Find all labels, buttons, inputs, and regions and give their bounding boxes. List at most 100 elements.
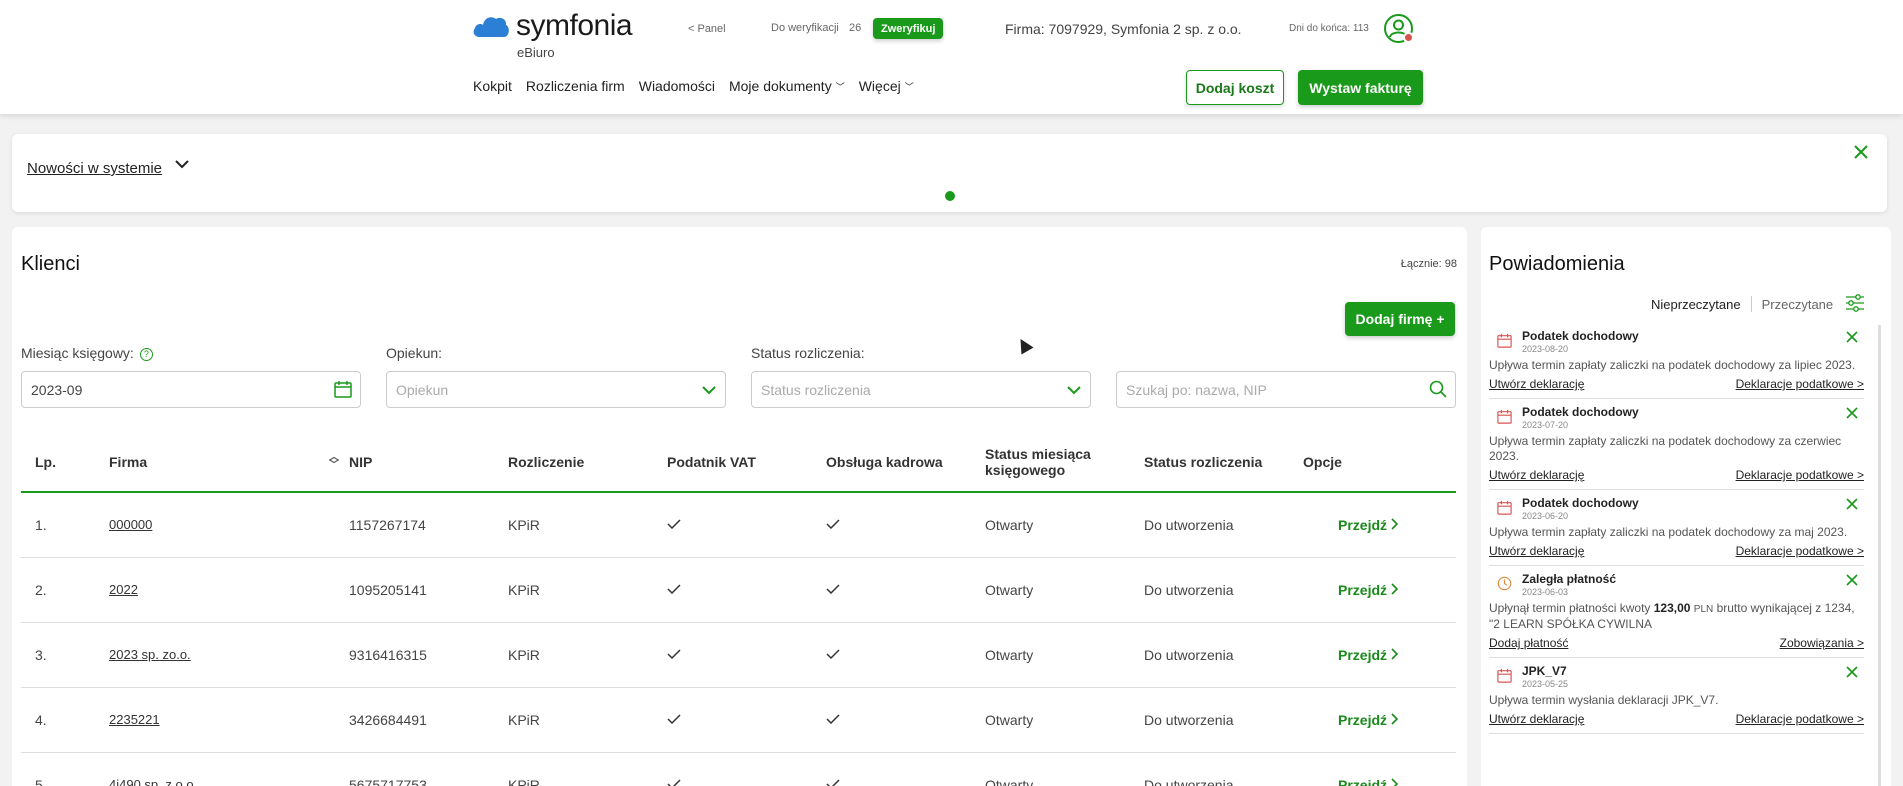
close-icon[interactable] — [1846, 407, 1858, 419]
close-icon[interactable] — [1846, 666, 1858, 678]
tab-read[interactable]: Przeczytane — [1762, 297, 1834, 312]
close-icon[interactable] — [1846, 331, 1858, 343]
status-select[interactable]: Status rozliczenia — [751, 371, 1091, 408]
add-cost-button[interactable]: Dodaj koszt — [1186, 70, 1284, 105]
days-left: Dni do końca: 113 — [1289, 23, 1369, 34]
row-firma-link[interactable]: 2022 — [109, 557, 349, 623]
guardian-placeholder: Opiekun — [396, 381, 449, 398]
notification-action-link[interactable]: Utwórz deklarację — [1489, 712, 1584, 726]
verify-count: 26 — [849, 22, 862, 34]
nav-wiecej[interactable]: Więcej ﹀ — [859, 78, 914, 94]
row-firma-link[interactable]: 2023 sp. zo.o. — [109, 622, 349, 688]
chevron-right-icon — [1391, 777, 1399, 786]
row-go-button[interactable]: Przejdź — [1303, 622, 1456, 688]
notification-links: Utwórz deklarację Deklaracje podatkowe > — [1489, 468, 1864, 482]
row-go-button[interactable]: Przejdź — [1303, 687, 1456, 753]
go-label: Przejdź — [1338, 776, 1388, 786]
help-icon[interactable]: ? — [139, 347, 153, 361]
check-icon — [667, 752, 826, 786]
row-go-button[interactable]: Przejdź — [1303, 557, 1456, 623]
notifications-tabs: Nieprzeczytane Przeczytane — [1651, 296, 1833, 312]
notification-links: Dodaj płatność Zobowiązania > — [1489, 636, 1864, 650]
check-icon — [826, 752, 985, 786]
notification-nav-link[interactable]: Deklaracje podatkowe > — [1736, 468, 1864, 482]
add-firm-button[interactable]: Dodaj firmę + — [1345, 302, 1455, 336]
month-value: 2023-09 — [31, 381, 83, 398]
table-row: 4. 2235221 3426684491 KPiR Otwarty Do utworze… — [21, 687, 1456, 753]
row-firma-link[interactable]: 2235221 — [109, 687, 349, 753]
row-month-status: Otwarty — [985, 492, 1144, 558]
carousel-dot[interactable] — [945, 191, 955, 201]
row-go-button[interactable]: Przejdź — [1303, 492, 1456, 558]
nav-moje-dokumenty[interactable]: Moje dokumenty ﹀ — [729, 78, 845, 94]
col-month-status: Status miesiąca księgowego — [985, 432, 1144, 493]
nav-label: Kokpit — [473, 78, 512, 94]
panel-link[interactable]: < Panel — [688, 23, 726, 35]
filter-settings-icon[interactable] — [1845, 294, 1865, 312]
firm-info[interactable]: Firma: 7097929, Symfonia 2 sp. z o.o. — [1005, 21, 1242, 37]
notification-nav-link[interactable]: Zobowiązania > — [1780, 636, 1864, 650]
close-icon[interactable] — [1846, 574, 1858, 586]
row-nip: 1157267174 — [349, 492, 508, 558]
notification-item[interactable]: JPK_V7 2023-05-25 Upływa termin wysłania d… — [1489, 658, 1864, 734]
nav-kokpit[interactable]: Kokpit — [473, 78, 512, 94]
notification-date: 2023-06-03 — [1522, 587, 1569, 597]
notification-item[interactable]: Podatek dochodowy 2023-08-20 Upływa termin… — [1489, 323, 1864, 399]
notification-nav-link[interactable]: Deklaracje podatkowe > — [1736, 377, 1864, 391]
clients-table: Lp. Firma ︿ ﹀ NIP Rozliczenie Podatnik VAT… — [21, 432, 1456, 786]
notifications-panel: Powiadomienia Nieprzeczytane Przeczytane… — [1481, 227, 1891, 786]
sort-icon[interactable]: ︿ ﹀ — [329, 452, 339, 470]
month-label: Miesiąc księgowy:? — [21, 345, 153, 361]
calendar-icon[interactable] — [334, 380, 352, 398]
row-lp: 5. — [21, 752, 109, 786]
notification-item[interactable]: Zaległa płatność 2023-06-03 Upłynął termin… — [1489, 566, 1864, 658]
chevron-down-icon[interactable] — [174, 158, 190, 170]
notification-title: Zaległa płatność — [1522, 572, 1617, 586]
notification-item[interactable]: Podatek dochodowy 2023-07-20 Upływa termin… — [1489, 399, 1864, 490]
check-icon — [667, 687, 826, 753]
search-placeholder: Szukaj po: nazwa, NIP — [1126, 381, 1267, 398]
month-picker[interactable]: 2023-09 — [21, 371, 361, 408]
notification-action-link[interactable]: Utwórz deklarację — [1489, 468, 1584, 482]
nav-label: Moje dokumenty — [728, 78, 832, 94]
row-lp: 4. — [21, 687, 109, 753]
issue-invoice-button[interactable]: Wystaw fakturę — [1298, 70, 1423, 105]
close-icon[interactable] — [1846, 498, 1858, 510]
row-nip: 5675717753 — [349, 752, 508, 786]
notification-item[interactable]: Podatek dochodowy 2023-06-20 Upływa termin… — [1489, 490, 1864, 566]
row-rozliczenie: KPiR — [508, 557, 667, 623]
row-month-status: Otwarty — [985, 557, 1144, 623]
guardian-select[interactable]: Opiekun — [386, 371, 726, 408]
row-firma-link[interactable]: 000000 — [109, 492, 349, 558]
tab-unread[interactable]: Nieprzeczytane — [1651, 297, 1741, 312]
search-icon[interactable] — [1429, 380, 1447, 398]
check-icon — [826, 492, 985, 558]
col-rozliczenie: Rozliczenie — [508, 432, 667, 493]
nav-wiadomosci[interactable]: Wiadomości — [639, 78, 715, 94]
close-icon[interactable] — [1853, 144, 1869, 160]
product-name: eBiuro — [517, 45, 555, 60]
symfonia-logo[interactable]: symfonia — [472, 8, 633, 44]
col-firma[interactable]: Firma ︿ ﹀ — [109, 432, 349, 493]
news-toggle[interactable]: Nowości w systemie — [27, 160, 162, 177]
notification-date: 2023-07-20 — [1522, 420, 1569, 430]
col-vat: Podatnik VAT — [667, 432, 826, 493]
notification-text: Upływa termin zapłaty zaliczki na podate… — [1489, 358, 1856, 372]
search-input[interactable]: Szukaj po: nazwa, NIP — [1116, 371, 1456, 408]
notification-nav-link[interactable]: Deklaracje podatkowe > — [1736, 712, 1864, 726]
check-icon — [667, 557, 826, 623]
col-kadry: Obsługa kadrowa — [826, 432, 985, 493]
row-go-button[interactable]: Przejdź — [1303, 752, 1456, 786]
row-firma-link[interactable]: 4i490 sp. z o.o. — [109, 752, 349, 786]
text-prefix: Upłynął termin płatności kwoty — [1489, 601, 1654, 615]
notification-action-link[interactable]: Utwórz deklarację — [1489, 377, 1584, 391]
notification-action-link[interactable]: Utwórz deklarację — [1489, 544, 1584, 558]
month-label-text: Miesiąc księgowy: — [21, 345, 134, 361]
nav-rozliczenia[interactable]: Rozliczenia firm — [526, 78, 625, 94]
col-options: Opcje — [1303, 432, 1456, 493]
notification-links: Utwórz deklarację Deklaracje podatkowe > — [1489, 712, 1864, 726]
notification-action-link[interactable]: Dodaj płatność — [1489, 636, 1568, 650]
verify-button[interactable]: Zweryfikuj — [873, 18, 944, 39]
scrollbar[interactable] — [1878, 325, 1881, 786]
notification-nav-link[interactable]: Deklaracje podatkowe > — [1736, 544, 1864, 558]
